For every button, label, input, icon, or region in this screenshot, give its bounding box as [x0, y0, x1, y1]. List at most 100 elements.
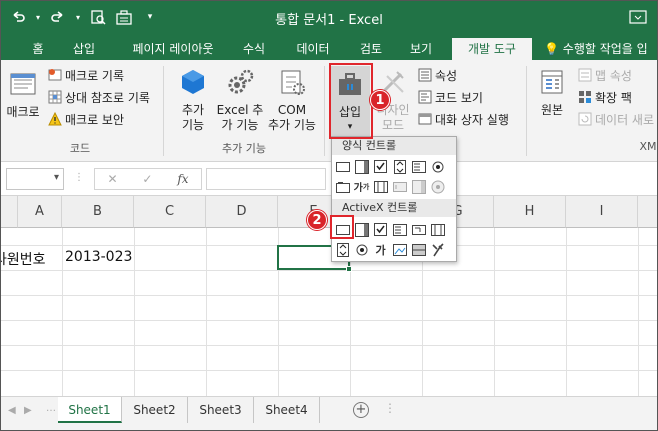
activex-scrollbar-icon[interactable] [429, 221, 446, 238]
form-listbox-icon[interactable] [410, 158, 427, 175]
run-dialog-label: 대화 상자 실행 [435, 112, 509, 127]
column-header-a[interactable]: A [18, 196, 62, 228]
activex-textbox-icon[interactable] [410, 221, 427, 238]
form-label-icon[interactable]: 가가 [353, 178, 370, 195]
form-checkbox-icon[interactable] [372, 158, 389, 175]
com-addins-icon [281, 70, 305, 95]
group-label-code: 코드 [69, 142, 91, 155]
source-button[interactable]: 원본 [534, 68, 570, 118]
fill-handle[interactable] [346, 266, 352, 272]
form-scrollbar-icon[interactable] [372, 178, 389, 195]
column-header-i[interactable]: I [566, 196, 638, 228]
tell-me-label: 수행할 작업을 입 [562, 42, 648, 56]
com-addins-button[interactable]: COM 추가 기능 [266, 68, 318, 133]
column-header-d[interactable]: D [206, 196, 278, 228]
form-textfield-icon[interactable] [391, 178, 408, 195]
column-header-b[interactable]: B [62, 196, 134, 228]
activex-label-icon[interactable]: 가 [372, 241, 389, 258]
tab-view[interactable]: 보기 [402, 38, 440, 60]
title-bar: ▾ ▾ ▾ 통합 문서1 - Excel [0, 0, 658, 36]
add-sheet-button[interactable]: + [353, 402, 369, 418]
tab-review[interactable]: 검토 [352, 38, 390, 60]
expansion-packs-label: 확장 팩 [595, 90, 632, 105]
properties-button[interactable]: 속성 [418, 66, 457, 84]
formula-bar-handle-icon[interactable]: ⋮ [74, 172, 84, 183]
addins-label-1: 추가 [181, 103, 205, 117]
record-macro-button[interactable]: 매크로 기록 [48, 66, 124, 84]
activex-controls-row-2: 가 [334, 241, 446, 259]
macro-label: 매크로 [6, 105, 40, 119]
activex-toggle-button-icon[interactable] [410, 241, 427, 258]
name-box[interactable]: ▾ [6, 168, 64, 190]
macro-security-button[interactable]: 매크로 보안 [48, 110, 124, 128]
sheet-tab-sheet4[interactable]: Sheet4 [254, 397, 320, 423]
view-code-icon [418, 90, 432, 104]
cancel-icon[interactable]: ✕ [107, 172, 117, 186]
name-box-dropdown-icon[interactable]: ▾ [54, 172, 59, 183]
tab-developer[interactable]: 개발 도구 [452, 38, 532, 60]
sheet-tab-sheet3[interactable]: Sheet3 [188, 397, 254, 423]
group-separator [163, 66, 164, 156]
run-dialog-button[interactable]: 대화 상자 실행 [418, 110, 509, 128]
activex-combobox-icon[interactable] [353, 221, 370, 238]
form-combo-drop-edit-icon[interactable] [429, 178, 446, 195]
insert-function-button[interactable]: fx [177, 172, 188, 186]
activex-image-icon[interactable] [391, 241, 408, 258]
cell-b2[interactable]: 2013-023 [65, 249, 132, 265]
column-line [638, 228, 639, 396]
form-option-button-icon[interactable] [429, 158, 446, 175]
sheet-tab-sheet2[interactable]: Sheet2 [122, 397, 188, 423]
formula-input[interactable] [206, 168, 326, 190]
expansion-packs-button[interactable]: 확장 팩 [578, 88, 632, 106]
design-mode-label-2: 모드 [381, 118, 405, 132]
tab-data[interactable]: 데이터 [288, 38, 338, 60]
excel-addins-label-1: Excel 추 [216, 103, 264, 117]
com-addins-label-1: COM [277, 103, 307, 117]
form-button-control-icon[interactable] [334, 158, 351, 175]
refresh-data-button[interactable]: 데이터 새로 [578, 110, 654, 128]
row-line [0, 370, 658, 371]
column-line [494, 228, 495, 396]
lightbulb-icon: 💡 [544, 42, 559, 56]
ribbon-display-options-button[interactable] [626, 6, 650, 28]
relative-reference-label: 상대 참조로 기록 [65, 90, 150, 105]
tell-me-search[interactable]: 💡 수행할 작업을 입 [544, 38, 658, 60]
column-header-h[interactable]: H [494, 196, 566, 228]
tab-insert[interactable]: 삽입 [64, 38, 104, 60]
column-header-partial[interactable] [638, 196, 658, 228]
relative-reference-button[interactable]: 상대 참조로 기록 [48, 88, 150, 106]
column-header-c[interactable]: C [134, 196, 206, 228]
scroll-right-icon[interactable]: ▶ [24, 405, 32, 416]
com-addins-label-2: 추가 기능 [268, 118, 316, 132]
column-line [206, 228, 207, 396]
select-all-corner[interactable] [0, 196, 18, 228]
record-macro-label: 매크로 기록 [65, 68, 125, 83]
row-line [0, 270, 658, 271]
enter-icon[interactable]: ✓ [142, 172, 152, 186]
activex-checkbox-icon[interactable] [372, 221, 389, 238]
form-combo-list-icon[interactable] [410, 178, 427, 195]
split-handle-icon[interactable]: ⋮ [384, 401, 396, 415]
activex-more-controls-icon[interactable] [429, 241, 446, 258]
tab-page-layout[interactable]: 페이지 레이아웃 [118, 38, 228, 60]
macro-button[interactable]: 매크로 [4, 70, 42, 120]
cell-a2[interactable]: 사원번호 [0, 249, 46, 269]
activex-listbox-icon[interactable] [391, 221, 408, 238]
expansion-packs-icon [579, 91, 591, 103]
form-combobox-icon[interactable] [353, 158, 370, 175]
sheet-tab-sheet1[interactable]: Sheet1 [58, 397, 122, 423]
sheet-tab-ellipsis[interactable]: … [46, 403, 56, 414]
tab-formulas[interactable]: 수식 [236, 38, 272, 60]
addins-button[interactable]: 추가 기능 [173, 68, 213, 133]
excel-addins-button[interactable]: Excel 추 가 기능 [216, 68, 264, 133]
scroll-left-icon[interactable]: ◀ [8, 405, 16, 416]
form-groupbox-icon[interactable] [334, 178, 351, 195]
activex-option-button-icon[interactable] [353, 241, 370, 258]
tab-home[interactable]: 홈 [22, 38, 54, 60]
map-properties-button[interactable]: 맵 속성 [578, 66, 632, 84]
form-spinner-icon[interactable] [391, 158, 408, 175]
macro-icon [10, 73, 36, 95]
activex-spin-button-icon[interactable] [334, 241, 351, 258]
sheet-tab-bar: ◀ ▶ … Sheet1 Sheet2 Sheet3 Sheet4 + ⋮ [0, 396, 658, 431]
view-code-button[interactable]: 코드 보기 [418, 88, 483, 106]
